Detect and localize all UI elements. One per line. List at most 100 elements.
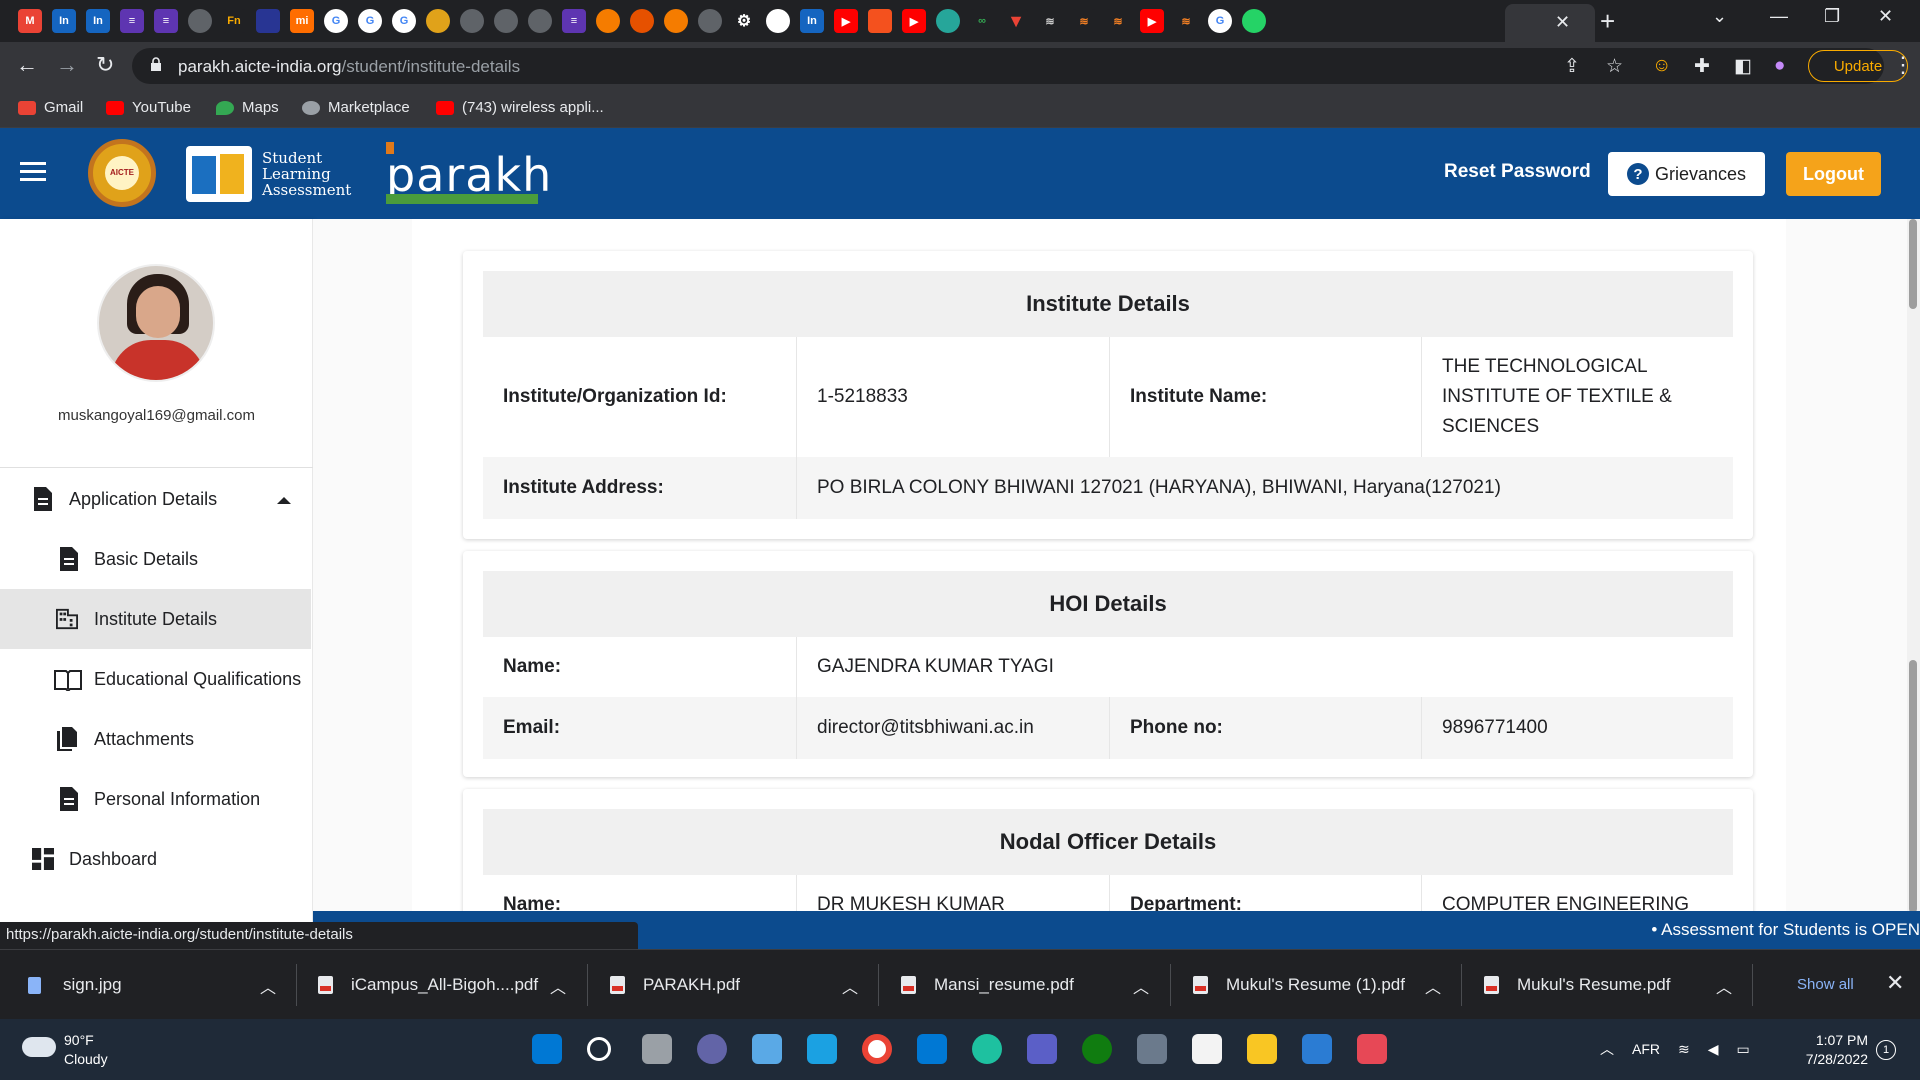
language-indicator[interactable]: AFR xyxy=(1632,1041,1660,1057)
youtube-tab-icon[interactable]: ▶ xyxy=(1140,9,1164,33)
info-tab-icon[interactable]: In xyxy=(86,9,110,33)
teal-tab-icon[interactable] xyxy=(936,9,960,33)
info-tab-icon[interactable]: In xyxy=(800,9,824,33)
emoji-extension-icon[interactable]: ☺ xyxy=(1652,55,1671,77)
camera-icon[interactable] xyxy=(1137,1034,1167,1064)
side-panel-icon[interactable]: ◧ xyxy=(1734,55,1752,78)
bookmark-wireless[interactable]: (743) wireless appli... xyxy=(436,99,604,116)
google-tab-icon[interactable]: G xyxy=(324,9,348,33)
sidebar-item-dashboard[interactable]: Dashboard xyxy=(0,829,311,889)
wifi-icon[interactable]: ≋ xyxy=(1678,1041,1690,1058)
forward-icon[interactable]: → xyxy=(56,52,78,78)
reset-password-link[interactable]: Reset Password xyxy=(1444,161,1591,183)
app-icon[interactable] xyxy=(752,1034,782,1064)
bookmark-gmail[interactable]: Gmail xyxy=(18,99,83,116)
youtube-tab-icon[interactable]: ▶ xyxy=(834,9,858,33)
download-item[interactable]: Mansi_resume.pdf ︿ xyxy=(901,950,1151,1020)
stackoverflow-tab-icon[interactable]: ≋ xyxy=(1072,9,1096,33)
youtube-tab-icon[interactable]: ▶ xyxy=(902,9,926,33)
show-all-downloads-link[interactable]: Show all xyxy=(1797,976,1854,993)
grievances-button[interactable]: ? Grievances xyxy=(1608,152,1765,196)
chevron-up-icon[interactable]: ︿ xyxy=(1133,974,1149,998)
aicte-tab-icon[interactable] xyxy=(426,9,450,33)
sidebar-item-basic-details[interactable]: Basic Details xyxy=(0,529,311,589)
mi-tab-icon[interactable]: mi xyxy=(290,9,314,33)
download-item[interactable]: iCampus_All-Bigoh....pdf ︿ xyxy=(318,950,568,1020)
caret-up-icon[interactable] xyxy=(277,497,291,504)
bookmark-maps[interactable]: Maps xyxy=(216,99,279,116)
browser-menu-icon[interactable]: ⋮ xyxy=(1892,52,1914,78)
bookmark-marketplace[interactable]: Marketplace xyxy=(302,99,410,116)
address-bar[interactable]: parakh.aicte-india.org/student/institute… xyxy=(132,48,1884,84)
profile-avatar-icon[interactable]: ● xyxy=(1774,55,1785,77)
battery-icon[interactable]: ▭ xyxy=(1737,1041,1750,1058)
chevron-up-icon[interactable]: ︿ xyxy=(842,974,858,998)
tab-search-icon[interactable]: ⌄ xyxy=(1712,6,1727,27)
chevron-up-icon[interactable]: ︿ xyxy=(1716,974,1732,998)
chrome-icon[interactable] xyxy=(862,1034,892,1064)
gear-tab-icon[interactable]: ⚙ xyxy=(732,9,756,33)
stackoverflow-tab-icon[interactable]: ≋ xyxy=(1174,9,1198,33)
hamburger-menu-icon[interactable] xyxy=(20,162,46,186)
list-tab-icon[interactable]: ≡ xyxy=(562,9,586,33)
minimize-icon[interactable]: — xyxy=(1770,6,1788,27)
stackoverflow-tab-icon[interactable]: ≋ xyxy=(1106,9,1130,33)
google-tab-icon[interactable]: G xyxy=(392,9,416,33)
list-tab-icon[interactable]: ≡ xyxy=(120,9,144,33)
globe-tab-icon[interactable] xyxy=(494,9,518,33)
volume-icon[interactable]: ◀ xyxy=(1708,1041,1719,1058)
bookmark-youtube[interactable]: YouTube xyxy=(106,99,191,116)
download-item[interactable]: Mukul's Resume.pdf ︿ xyxy=(1484,950,1734,1020)
orange-tab-icon[interactable] xyxy=(630,9,654,33)
mail-icon[interactable] xyxy=(917,1034,947,1064)
download-item[interactable]: PARAKH.pdf ︿ xyxy=(610,950,860,1020)
task-view-icon[interactable] xyxy=(642,1034,672,1064)
orange-tab-icon[interactable] xyxy=(596,9,620,33)
share-icon[interactable]: ⇪ xyxy=(1564,55,1580,78)
close-icon[interactable]: ✕ xyxy=(1886,970,1904,996)
monitor-icon[interactable] xyxy=(807,1034,837,1064)
edge-icon[interactable] xyxy=(972,1034,1002,1064)
gmail-tab-icon[interactable]: M xyxy=(18,9,42,33)
scrollbar-thumb[interactable] xyxy=(1909,660,1917,913)
teams-icon[interactable] xyxy=(1027,1034,1057,1064)
search-icon[interactable] xyxy=(587,1037,611,1061)
chevron-up-icon[interactable]: ︿ xyxy=(260,974,276,998)
new-tab-icon[interactable]: + xyxy=(1600,6,1615,37)
doc-tab-icon[interactable] xyxy=(256,9,280,33)
download-item[interactable]: sign.jpg ︿ xyxy=(28,950,278,1020)
back-icon[interactable]: ← xyxy=(16,52,38,78)
sidebar-item-application-details[interactable]: Application Details xyxy=(0,469,311,529)
globe-tab-icon[interactable] xyxy=(460,9,484,33)
chat-icon[interactable] xyxy=(697,1034,727,1064)
sidebar-item-institute-details[interactable]: Institute Details xyxy=(0,589,311,649)
slides-tab-icon[interactable] xyxy=(868,9,892,33)
info-tab-icon[interactable]: In xyxy=(52,9,76,33)
chatgpt-tab-icon[interactable] xyxy=(766,9,790,33)
reload-icon[interactable]: ↻ xyxy=(96,52,114,78)
list-tab-icon[interactable]: ≡ xyxy=(154,9,178,33)
globe-tab-icon[interactable] xyxy=(528,9,552,33)
close-window-icon[interactable]: ✕ xyxy=(1878,6,1893,27)
app-grid-icon[interactable] xyxy=(1357,1034,1387,1064)
clock[interactable]: 1:07 PM 7/28/2022 xyxy=(1796,1031,1868,1069)
v-tab-icon[interactable]: ▼ xyxy=(1004,9,1028,33)
fn-tab-icon[interactable]: Fn xyxy=(222,9,246,33)
word-doc-icon[interactable] xyxy=(1302,1034,1332,1064)
file-explorer-icon[interactable] xyxy=(1247,1034,1277,1064)
active-tab[interactable]: ✕ xyxy=(1505,4,1595,42)
extensions-icon[interactable]: ✚ xyxy=(1694,55,1710,78)
sidebar-item-educational-qualifications[interactable]: Educational Qualifications xyxy=(0,649,311,709)
store-icon[interactable] xyxy=(1192,1034,1222,1064)
stack-tab-icon[interactable]: ≋ xyxy=(1038,9,1062,33)
google-tab-icon[interactable]: G xyxy=(358,9,382,33)
sidebar-item-personal-information[interactable]: Personal Information xyxy=(0,769,311,829)
notification-badge[interactable]: 1 xyxy=(1876,1040,1896,1060)
windows-start-icon[interactable] xyxy=(532,1034,562,1064)
google-tab-icon[interactable]: G xyxy=(1208,9,1232,33)
globe-tab-icon[interactable] xyxy=(698,9,722,33)
chevron-up-icon[interactable]: ︿ xyxy=(550,974,566,998)
scrollbar-thumb[interactable] xyxy=(1909,219,1917,309)
logout-button[interactable]: Logout xyxy=(1786,152,1881,196)
maximize-icon[interactable]: ❐ xyxy=(1824,6,1840,27)
